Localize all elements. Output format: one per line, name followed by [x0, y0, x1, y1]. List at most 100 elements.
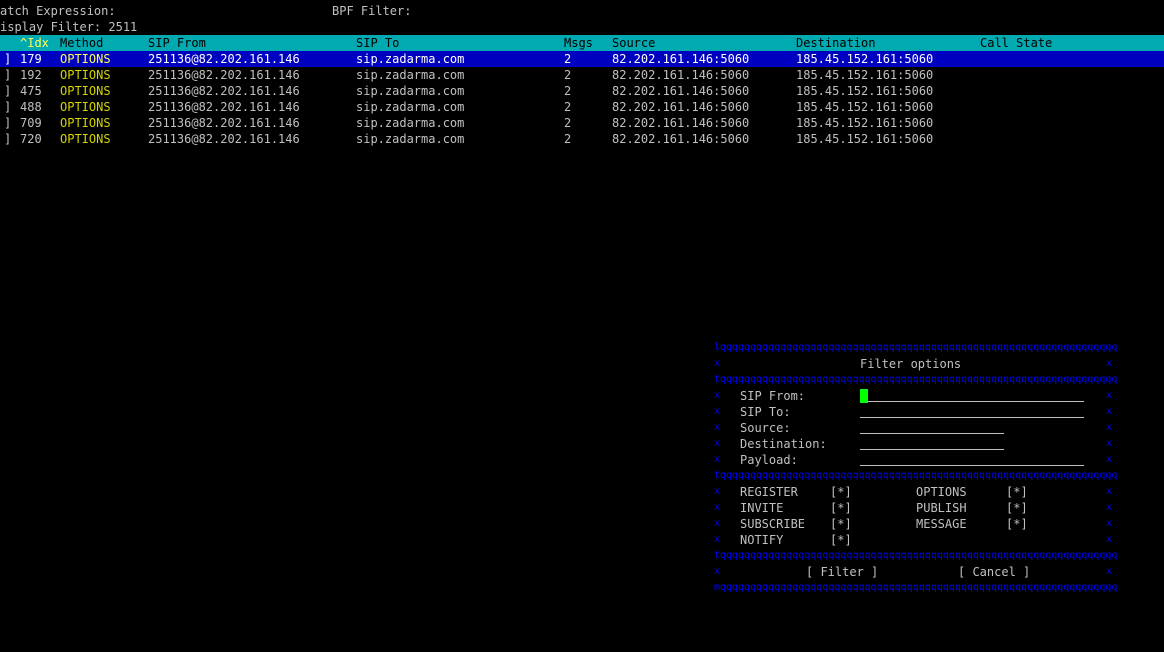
row-msgs: 2 [564, 132, 572, 146]
dialog-border-top: lqqqqqqqqqqqqqqqqqqqqqqqqqqqqqqqqqqqqqqq… [714, 342, 1118, 353]
dialog-border-left: x x x x x [714, 390, 721, 465]
sip-from-input[interactable] [860, 389, 1084, 403]
row-msgs: 2 [564, 100, 572, 114]
dialog-border-left: x x x x [714, 486, 721, 545]
row-sip-to: sip.zadarma.com [356, 68, 465, 82]
destination-label: Destination: [740, 437, 827, 451]
method-options-label: OPTIONS [916, 485, 967, 499]
row-checkbox[interactable]: ] [4, 99, 11, 115]
row-destination: 185.45.152.161:5060 [796, 52, 934, 66]
row-sip-from: 251136@82.202.161.146 [148, 100, 300, 114]
sip-from-label: SIP From: [740, 389, 806, 403]
row-idx: 709 [20, 116, 42, 130]
row-method: OPTIONS [60, 84, 111, 98]
row-destination: 185.45.152.161:5060 [796, 84, 934, 98]
filter-options-dialog: lqqqqqqqqqqqqqqqqqqqqqqqqqqqqqqqqqqqqqqq… [714, 340, 1118, 596]
sip-to-input[interactable] [860, 405, 1084, 418]
row-sip-from: 251136@82.202.161.146 [148, 116, 300, 130]
dialog-border-right: x x x x x [1106, 390, 1113, 465]
row-source: 82.202.161.146:5060 [612, 84, 750, 98]
row-checkbox[interactable]: ] [4, 115, 11, 131]
dialog-border-left: x [714, 358, 721, 369]
call-list-header: ^Idx Method SIP From SIP To Msgs Source … [0, 35, 1164, 51]
row-destination: 185.45.152.161:5060 [796, 68, 934, 82]
destination-input[interactable] [860, 437, 1004, 450]
table-row[interactable]: ] 488 OPTIONS 251136@82.202.161.146 sip.… [0, 99, 1164, 115]
display-filter-label: isplay Filter: 2511 [0, 20, 138, 34]
row-destination: 185.45.152.161:5060 [796, 116, 934, 130]
row-checkbox[interactable]: ] [4, 67, 11, 83]
match-expression-label: atch Expression: [0, 4, 116, 18]
cancel-button[interactable]: [ Cancel ] [958, 564, 1030, 580]
row-method: OPTIONS [60, 52, 111, 66]
row-idx: 192 [20, 68, 42, 82]
row-idx: 475 [20, 84, 42, 98]
row-checkbox[interactable]: ] [4, 131, 11, 147]
column-source[interactable]: Source [612, 35, 655, 51]
filter-button[interactable]: [ Filter ] [806, 564, 878, 580]
payload-input[interactable] [860, 453, 1084, 466]
row-msgs: 2 [564, 52, 572, 66]
row-sip-to: sip.zadarma.com [356, 132, 465, 146]
display-filter-line: isplay Filter: 2511 [0, 19, 1164, 35]
method-publish-label: PUBLISH [916, 501, 967, 515]
method-options-checkbox[interactable]: [*] [1006, 484, 1028, 500]
row-idx: 720 [20, 132, 42, 146]
dialog-title: Filter options [860, 357, 962, 371]
row-msgs: 2 [564, 68, 572, 82]
dialog-border-bottom: mqqqqqqqqqqqqqqqqqqqqqqqqqqqqqqqqqqqqqqq… [714, 582, 1118, 593]
method-publish-checkbox[interactable]: [*] [1006, 500, 1028, 516]
table-row[interactable]: ] 192 OPTIONS 251136@82.202.161.146 sip.… [0, 67, 1164, 83]
method-subscribe-checkbox[interactable]: [*] [830, 516, 852, 532]
row-source: 82.202.161.146:5060 [612, 68, 750, 82]
filter-status-line: atch Expression: BPF Filter: [0, 3, 1164, 19]
row-source: 82.202.161.146:5060 [612, 132, 750, 146]
method-subscribe-label: SUBSCRIBE [740, 517, 806, 531]
row-checkbox[interactable]: ] [4, 51, 11, 67]
row-sip-to: sip.zadarma.com [356, 116, 465, 130]
method-notify-label: NOTIFY [740, 533, 784, 547]
row-sip-from: 251136@82.202.161.146 [148, 132, 300, 146]
dialog-border-right: x [1106, 358, 1113, 369]
column-msgs[interactable]: Msgs [564, 35, 593, 51]
table-row[interactable]: ] 475 OPTIONS 251136@82.202.161.146 sip.… [0, 83, 1164, 99]
table-row[interactable]: ] 709 OPTIONS 251136@82.202.161.146 sip.… [0, 115, 1164, 131]
row-sip-from: 251136@82.202.161.146 [148, 68, 300, 82]
sip-to-label: SIP To: [740, 405, 791, 419]
row-checkbox[interactable]: ] [4, 83, 11, 99]
column-call-state[interactable]: Call State [980, 35, 1052, 51]
dialog-separator: tqqqqqqqqqqqqqqqqqqqqqqqqqqqqqqqqqqqqqqq… [714, 470, 1118, 481]
method-message-checkbox[interactable]: [*] [1006, 516, 1028, 532]
row-method: OPTIONS [60, 116, 111, 130]
table-row[interactable]: ] 720 OPTIONS 251136@82.202.161.146 sip.… [0, 131, 1164, 147]
method-register-checkbox[interactable]: [*] [830, 484, 852, 500]
source-label: Source: [740, 421, 791, 435]
method-invite-label: INVITE [740, 501, 784, 515]
column-sip-to[interactable]: SIP To [356, 35, 399, 51]
row-sip-to: sip.zadarma.com [356, 52, 465, 66]
method-invite-checkbox[interactable]: [*] [830, 500, 852, 516]
dialog-border-left: x [714, 566, 721, 577]
text-cursor [860, 389, 868, 403]
row-sip-from: 251136@82.202.161.146 [148, 52, 300, 66]
column-method[interactable]: Method [60, 35, 103, 51]
row-msgs: 2 [564, 116, 572, 130]
payload-label: Payload: [740, 453, 798, 467]
dialog-border-right: x x x x [1106, 486, 1113, 545]
row-source: 82.202.161.146:5060 [612, 116, 750, 130]
table-row[interactable]: ] 179 OPTIONS 251136@82.202.161.146 sip.… [0, 51, 1164, 67]
column-destination[interactable]: Destination [796, 35, 875, 51]
column-idx[interactable]: ^Idx [20, 35, 49, 51]
row-sip-to: sip.zadarma.com [356, 84, 465, 98]
column-sip-from[interactable]: SIP From [148, 35, 206, 51]
row-source: 82.202.161.146:5060 [612, 52, 750, 66]
row-method: OPTIONS [60, 132, 111, 146]
method-message-label: MESSAGE [916, 517, 967, 531]
method-notify-checkbox[interactable]: [*] [830, 532, 852, 548]
row-msgs: 2 [564, 84, 572, 98]
row-method: OPTIONS [60, 100, 111, 114]
row-destination: 185.45.152.161:5060 [796, 100, 934, 114]
source-input[interactable] [860, 421, 1004, 434]
row-source: 82.202.161.146:5060 [612, 100, 750, 114]
row-destination: 185.45.152.161:5060 [796, 132, 934, 146]
